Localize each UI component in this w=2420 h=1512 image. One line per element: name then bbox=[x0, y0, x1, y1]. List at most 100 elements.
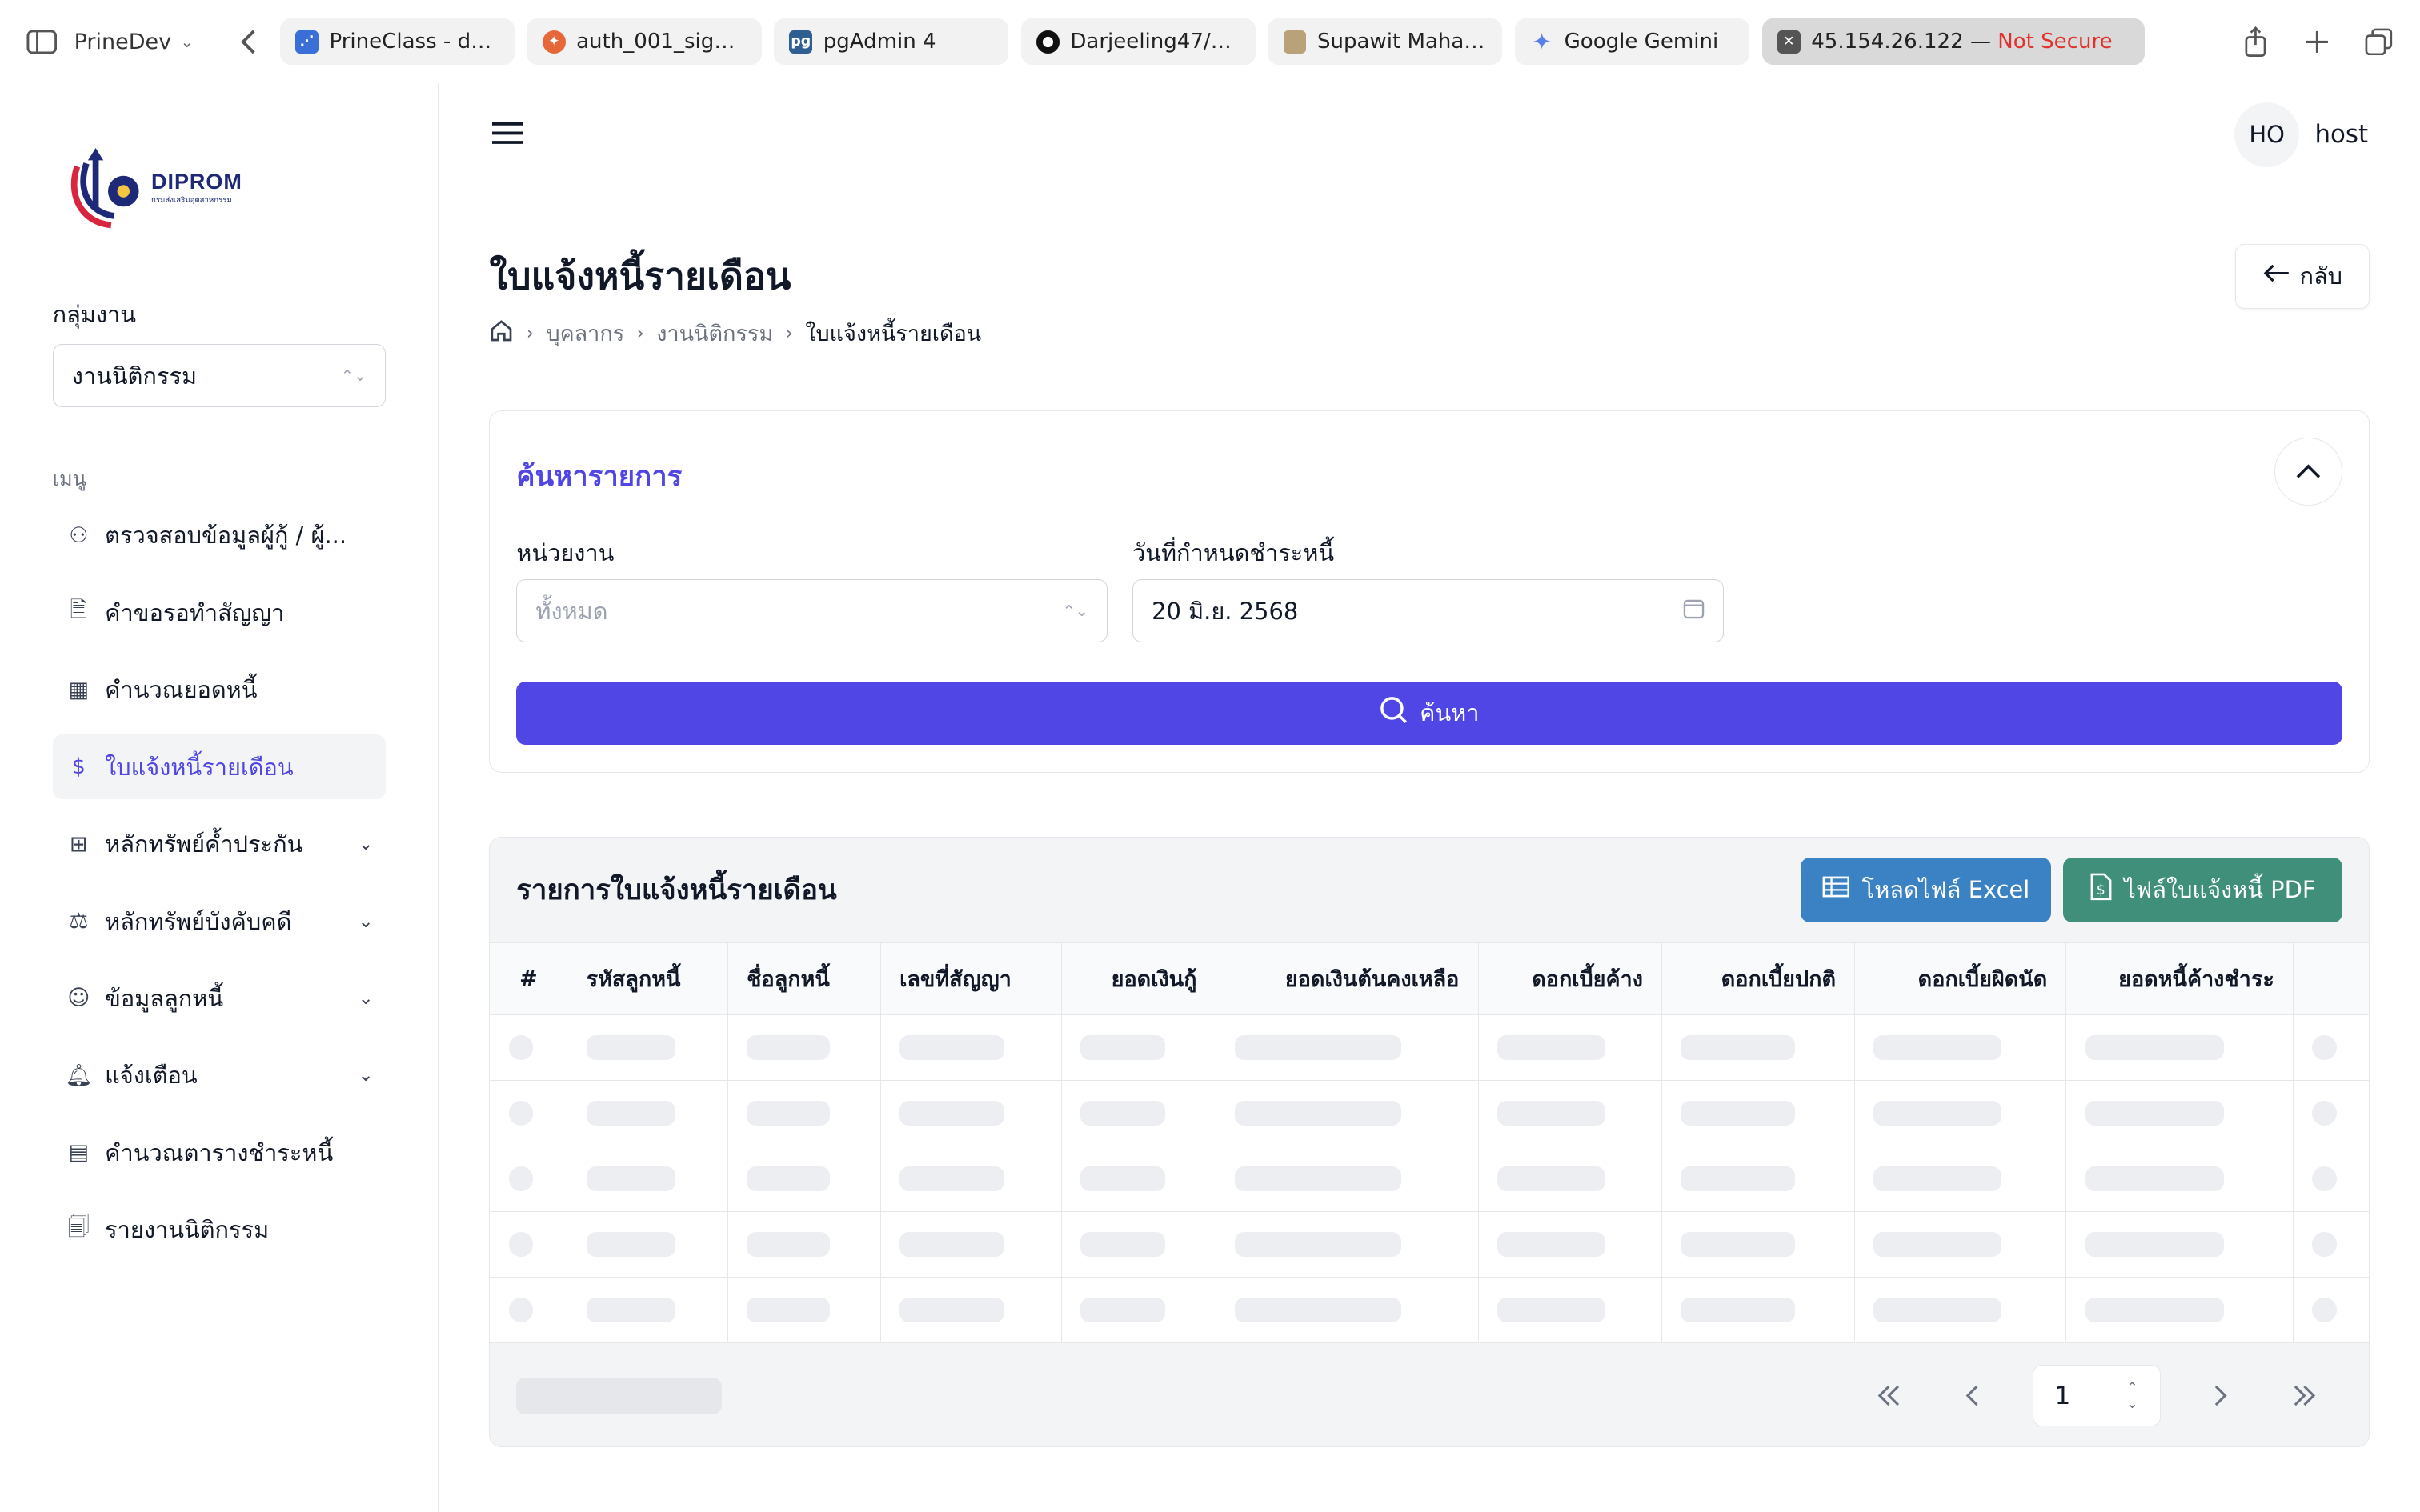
group-select[interactable]: งานนิติกรรม ⌃⌄ bbox=[52, 344, 387, 408]
next-page-icon[interactable] bbox=[2186, 1365, 2257, 1426]
file-check-icon: 🗎 bbox=[70, 597, 88, 622]
table-cell bbox=[567, 1080, 729, 1147]
table-cell bbox=[1216, 1014, 1479, 1082]
table-footer: 1 ⌃ ⌄ bbox=[490, 1343, 2369, 1446]
logo: DIPROM กรมส่งเสริมอุตสาหกรรม bbox=[65, 148, 242, 229]
table-cell bbox=[1216, 1080, 1479, 1147]
svg-text:$: $ bbox=[2096, 882, 2105, 898]
download-pdf-button[interactable]: $ ไฟล์ใบแจ้งหนี้ PDF bbox=[2063, 857, 2343, 922]
browser-tab[interactable]: ✦ auth_001_signIn... bbox=[527, 18, 762, 65]
file-dollar-icon: $ bbox=[71, 754, 86, 780]
grid-icon: ⊞ bbox=[70, 831, 88, 857]
table-cell bbox=[1661, 1277, 1856, 1344]
browser-tab[interactable]: ⋰ PrineClass - db... bbox=[279, 18, 515, 65]
table-row-loading bbox=[490, 1277, 2370, 1344]
sidebar-item-collateral[interactable]: ⊞ หลักทรัพย์ค้ำประกัน ⌄ bbox=[53, 812, 387, 877]
table-cell bbox=[727, 1080, 881, 1147]
column-header[interactable]: เลขที่สัญญา bbox=[880, 942, 1062, 1016]
close-tab-icon[interactable]: ✕ bbox=[1777, 30, 1801, 54]
chevron-down-icon: ⌄ bbox=[358, 987, 374, 1009]
calendar-icon[interactable] bbox=[1683, 598, 1705, 625]
sidebar-item-debt-calc[interactable]: ▦ คำนวณยอดหนี้ bbox=[53, 658, 387, 722]
browser-tab[interactable]: ● Darjeeling47/Po... bbox=[1020, 18, 1256, 65]
column-header[interactable]: ดอกเบี้ยผิดนัด bbox=[1854, 942, 2067, 1016]
column-header[interactable]: ยอดเงินกู้ bbox=[1061, 942, 1216, 1016]
skeleton-placeholder bbox=[1234, 1035, 1402, 1061]
stepper-icon[interactable]: ⌃ ⌄ bbox=[2126, 1380, 2138, 1412]
browser-tab[interactable]: ✦ Google Gemini bbox=[1514, 18, 1750, 65]
arrow-left-icon bbox=[2262, 262, 2290, 290]
column-header[interactable]: ดอกเบี้ยปกติ bbox=[1661, 942, 1856, 1016]
tab-overview-icon[interactable] bbox=[2359, 22, 2399, 62]
first-page-icon[interactable] bbox=[1853, 1365, 1925, 1426]
skeleton-placeholder bbox=[2312, 1298, 2337, 1323]
skeleton-placeholder bbox=[508, 1035, 534, 1061]
column-header[interactable]: ดอกเบี้ยค้าง bbox=[1478, 942, 1663, 1016]
scale-icon: ⚖ bbox=[69, 909, 89, 934]
table-cell bbox=[2293, 1014, 2370, 1082]
browser-tab[interactable]: Supawit Mahadt... bbox=[1268, 18, 1503, 65]
unit-label: หน่วยงาน bbox=[516, 539, 615, 567]
share-icon[interactable] bbox=[2235, 22, 2275, 62]
skeleton-placeholder bbox=[1496, 1035, 1605, 1061]
table-cell bbox=[880, 1211, 1062, 1278]
sidebar-item-payment-schedule[interactable]: ▤ คำนวณตารางชำระหนี้ bbox=[53, 1120, 387, 1185]
chevron-down-icon: ⌄ bbox=[358, 1065, 374, 1086]
skeleton-placeholder bbox=[747, 1035, 831, 1061]
search-title: ค้นหารายการ bbox=[516, 461, 683, 494]
unit-select[interactable]: ทั้งหมด ⌃⌄ bbox=[516, 579, 1108, 643]
sidebar-item-debtor-info[interactable]: ☺ ข้อมูลลูกหนี้ ⌄ bbox=[53, 966, 387, 1030]
column-header[interactable]: ยอดเงินต้นคงเหลือ bbox=[1216, 942, 1479, 1016]
skeleton-placeholder bbox=[508, 1101, 534, 1126]
skeleton-placeholder bbox=[2312, 1166, 2337, 1192]
table-cell bbox=[727, 1211, 881, 1278]
breadcrumb: › บุคลากร › งานนิติกรรม › ใบแจ้งหนี้รายเ… bbox=[489, 316, 981, 350]
chevron-right-icon: › bbox=[785, 322, 793, 344]
sidebar-item-notifications[interactable]: 🔔︎ แจ้งเตือน ⌄ bbox=[53, 1043, 387, 1108]
sidebar-item-legal-report[interactable]: 🗐 รายงานนิติกรรม bbox=[53, 1198, 387, 1262]
back-button[interactable]: กลับ bbox=[2235, 243, 2370, 309]
prev-page-icon[interactable] bbox=[1937, 1365, 2008, 1426]
user-menu[interactable]: HO host bbox=[2234, 102, 2368, 167]
table-cell bbox=[1061, 1211, 1216, 1278]
chevron-down-icon: ⌄ bbox=[180, 32, 194, 51]
page-number-input[interactable]: 1 ⌃ ⌄ bbox=[2032, 1365, 2161, 1427]
invoice-table-panel: รายการใบแจ้งหนี้รายเดือน โหลดไฟล์ Excel … bbox=[489, 836, 2370, 1448]
home-icon[interactable] bbox=[489, 318, 514, 349]
chevron-up-icon bbox=[2296, 459, 2321, 484]
sidebar-item-enforced-assets[interactable]: ⚖ หลักทรัพย์บังคับคดี ⌄ bbox=[53, 889, 387, 954]
table-cell bbox=[727, 1277, 881, 1344]
table-cell bbox=[1478, 1211, 1663, 1278]
profile-switcher[interactable]: PrineDev ⌄ bbox=[74, 30, 194, 54]
collapse-button[interactable] bbox=[2274, 437, 2343, 506]
table-cell bbox=[2065, 1211, 2294, 1278]
table-cell bbox=[1478, 1014, 1663, 1082]
hamburger-menu-icon[interactable] bbox=[492, 115, 523, 154]
breadcrumb-item[interactable]: บุคลากร bbox=[546, 316, 624, 350]
browser-tab[interactable]: pg pgAdmin 4 bbox=[774, 18, 1009, 65]
table-cell bbox=[1854, 1014, 2067, 1082]
sidebar-item-pending-contracts[interactable]: 🗎 คำขอรอทำสัญญา bbox=[53, 580, 387, 645]
new-tab-icon[interactable] bbox=[2297, 22, 2337, 62]
browser-tab-active[interactable]: ✕ 45.154.26.122 — Not Secure bbox=[1761, 18, 2145, 65]
back-arrow-icon[interactable] bbox=[227, 22, 267, 62]
table-cell bbox=[490, 1014, 568, 1082]
skeleton-placeholder bbox=[1080, 1101, 1165, 1126]
table-cell bbox=[1216, 1277, 1479, 1344]
search-button[interactable]: ค้นหา bbox=[516, 681, 2343, 745]
table-cell bbox=[567, 1277, 729, 1344]
sidebar-item-borrower-check[interactable]: ⚇ ตรวจสอบข้อมูลผู้กู้ / ผู้... bbox=[53, 503, 387, 568]
table-cell bbox=[880, 1014, 1062, 1082]
last-page-icon[interactable] bbox=[2269, 1365, 2340, 1426]
table-cell bbox=[2293, 1211, 2370, 1278]
due-date-field[interactable]: 20 มิ.ย. 2568 bbox=[1132, 579, 1724, 643]
download-excel-button[interactable]: โหลดไฟล์ Excel bbox=[1801, 857, 2051, 922]
table-icon bbox=[1822, 876, 1850, 903]
sidebar-toggle-icon[interactable] bbox=[22, 22, 62, 62]
column-header[interactable]: ชื่อลูกหนี้ bbox=[727, 942, 881, 1016]
column-header[interactable]: รหัสลูกหนี้ bbox=[567, 942, 729, 1016]
sidebar-item-monthly-invoice[interactable]: $ ใบแจ้งหนี้รายเดือน bbox=[52, 734, 387, 800]
breadcrumb-item[interactable]: งานนิติกรรม bbox=[656, 316, 773, 350]
swirl-icon: ✦ bbox=[542, 30, 566, 54]
column-header[interactable]: ยอดหนี้ค้างชำระ bbox=[2065, 942, 2294, 1016]
